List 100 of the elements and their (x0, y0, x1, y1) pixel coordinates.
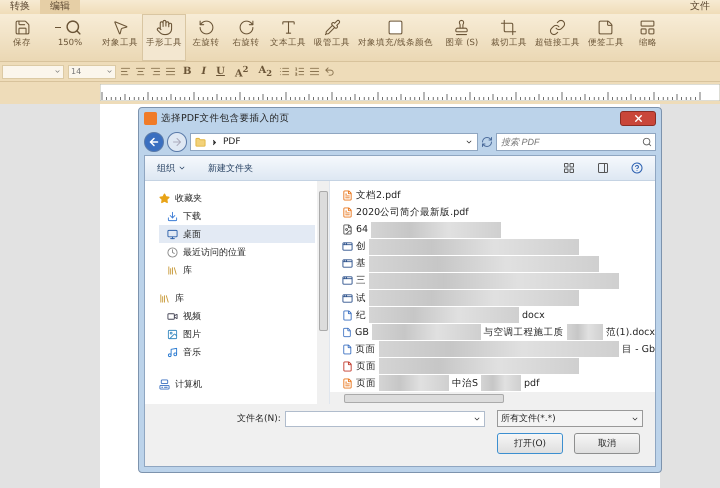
search-field[interactable]: 搜索 PDF (496, 133, 656, 151)
pdf-file-icon (342, 207, 353, 218)
picture-icon (167, 328, 178, 340)
file-name[interactable]: 页面 (356, 376, 376, 390)
format-button[interactable]: A$_{2}$ (255, 65, 275, 78)
toolbar-button[interactable]: 缩略 (628, 14, 668, 61)
toolbar-button[interactable]: 便签工具 (584, 14, 628, 61)
preview-pane-icon[interactable] (597, 162, 609, 174)
clock-icon (167, 246, 178, 258)
music-icon (167, 346, 178, 358)
list-icon[interactable] (309, 66, 320, 77)
file-name[interactable]: 基 (356, 257, 366, 270)
forward-button[interactable] (167, 132, 187, 152)
file-name[interactable]: 创 (356, 240, 366, 254)
download-icon (167, 210, 178, 222)
format-button[interactable]: I (198, 66, 210, 77)
zoom-control[interactable]: 150% (42, 14, 98, 61)
nav-item[interactable]: 音乐 (159, 343, 315, 361)
toolbar-button[interactable]: 吸管工具 (310, 14, 354, 61)
field-label: 文件名(N): (237, 412, 281, 425)
minus-icon[interactable] (54, 26, 60, 28)
file-name[interactable]: GB (354, 326, 369, 338)
command-button[interactable]: 新建文件夹 (208, 162, 253, 174)
dialog-button[interactable]: 取消 (574, 433, 640, 454)
star-icon (159, 192, 170, 204)
list-icon[interactable] (294, 66, 305, 77)
help-icon[interactable] (631, 162, 643, 174)
nav-item[interactable]: 计算机 (159, 375, 315, 393)
forward-arrow-icon[interactable] (171, 136, 183, 148)
file-name-fragment: 范(1).docx (606, 326, 655, 339)
computer-icon (159, 378, 170, 390)
file-name[interactable]: 纪 (356, 308, 366, 322)
zoom-icon[interactable] (64, 19, 82, 36)
align-icon[interactable] (165, 66, 176, 77)
nav-item[interactable]: 图片 (159, 325, 315, 343)
nav-item[interactable]: 库 (159, 261, 315, 279)
command-button[interactable]: 组织 (157, 162, 186, 174)
align-icon[interactable] (150, 66, 161, 77)
scrollbar[interactable] (330, 392, 655, 404)
close-icon[interactable] (632, 113, 644, 124)
file-name[interactable]: 文档2.pdf (356, 189, 400, 202)
menu-tab[interactable]: 转换 (0, 0, 40, 14)
pdf-file-icon (342, 190, 353, 202)
toolbar-button[interactable]: 裁切工具 (486, 14, 531, 61)
desktop-icon (167, 228, 178, 240)
toolbar-button[interactable]: 对象工具 (98, 14, 142, 61)
toolbar-button[interactable]: 保存 (2, 14, 42, 61)
caret-icon (465, 138, 473, 146)
file-name[interactable]: 三 (356, 274, 366, 288)
file-name[interactable]: 页面 (356, 342, 376, 356)
toolbar-button[interactable]: 对象填充/线条颜色 (354, 14, 437, 61)
back-arrow-icon[interactable] (148, 136, 160, 148)
nav-item[interactable]: 下载 (159, 207, 315, 225)
align-icon[interactable] (120, 66, 131, 77)
address-bar[interactable]: PDF (190, 133, 478, 151)
file-name[interactable]: 页面 (356, 360, 376, 373)
scrollbar[interactable] (317, 181, 329, 404)
toolbar-button[interactable]: 图章 (S) (436, 14, 487, 61)
back-button[interactable] (144, 132, 164, 152)
search-icon[interactable] (642, 137, 652, 147)
format-button[interactable]: A$^{2}$ (232, 64, 252, 80)
toolbar-button[interactable]: 左旋转 (186, 14, 226, 61)
nav-item[interactable]: 库 (159, 289, 315, 307)
image-file-icon (342, 224, 353, 236)
toolbar-button[interactable]: 手形工具 (142, 14, 186, 61)
view-icon[interactable] (563, 162, 575, 174)
note-icon (597, 19, 614, 36)
nav-item[interactable]: 收藏夹 (159, 189, 315, 207)
filename-field[interactable] (284, 410, 485, 426)
library-icon (159, 292, 170, 304)
nav-item[interactable]: 视频 (159, 307, 315, 325)
app-file-icon (342, 292, 353, 304)
file-name[interactable]: 试 (356, 292, 366, 304)
app-file-icon (342, 241, 353, 252)
toolbar-button[interactable]: 超链接工具 (530, 14, 584, 61)
folder-icon (195, 136, 206, 148)
file-name[interactable]: 2020公司简介最新版.pdf (356, 206, 469, 220)
toolbar-button[interactable]: 右旋转 (226, 14, 266, 61)
refresh-icon[interactable] (481, 136, 493, 148)
file-name-fragment: 目 - Gb (622, 342, 655, 356)
library-icon (167, 264, 178, 276)
format-button[interactable]: B (180, 66, 194, 77)
format-button[interactable]: U (213, 66, 228, 77)
list-icon[interactable] (279, 66, 290, 77)
file-type-select[interactable]: 所有文件(*.*) (496, 410, 643, 427)
toolbar-button[interactable]: 文本工具 (266, 14, 310, 61)
link-icon (548, 19, 566, 36)
stamp-icon (453, 19, 470, 36)
nav-item[interactable]: 最近访问的位置 (159, 243, 315, 261)
align-icon[interactable] (135, 66, 146, 77)
undo-icon[interactable] (324, 66, 335, 77)
file-name[interactable]: 64 (356, 224, 368, 236)
dialog-button[interactable]: 打开(O) (497, 433, 563, 454)
dialog-title: 选择PDF文件包含要插入的页 (161, 112, 290, 125)
pdf-file-icon (342, 378, 353, 389)
font-size-select[interactable]: 14 (68, 64, 116, 78)
menu-item[interactable]: 文件 (680, 0, 720, 14)
nav-item[interactable]: 桌面 (159, 225, 315, 243)
menu-tab[interactable]: 编辑 (40, 0, 80, 14)
close-button[interactable] (620, 111, 656, 126)
